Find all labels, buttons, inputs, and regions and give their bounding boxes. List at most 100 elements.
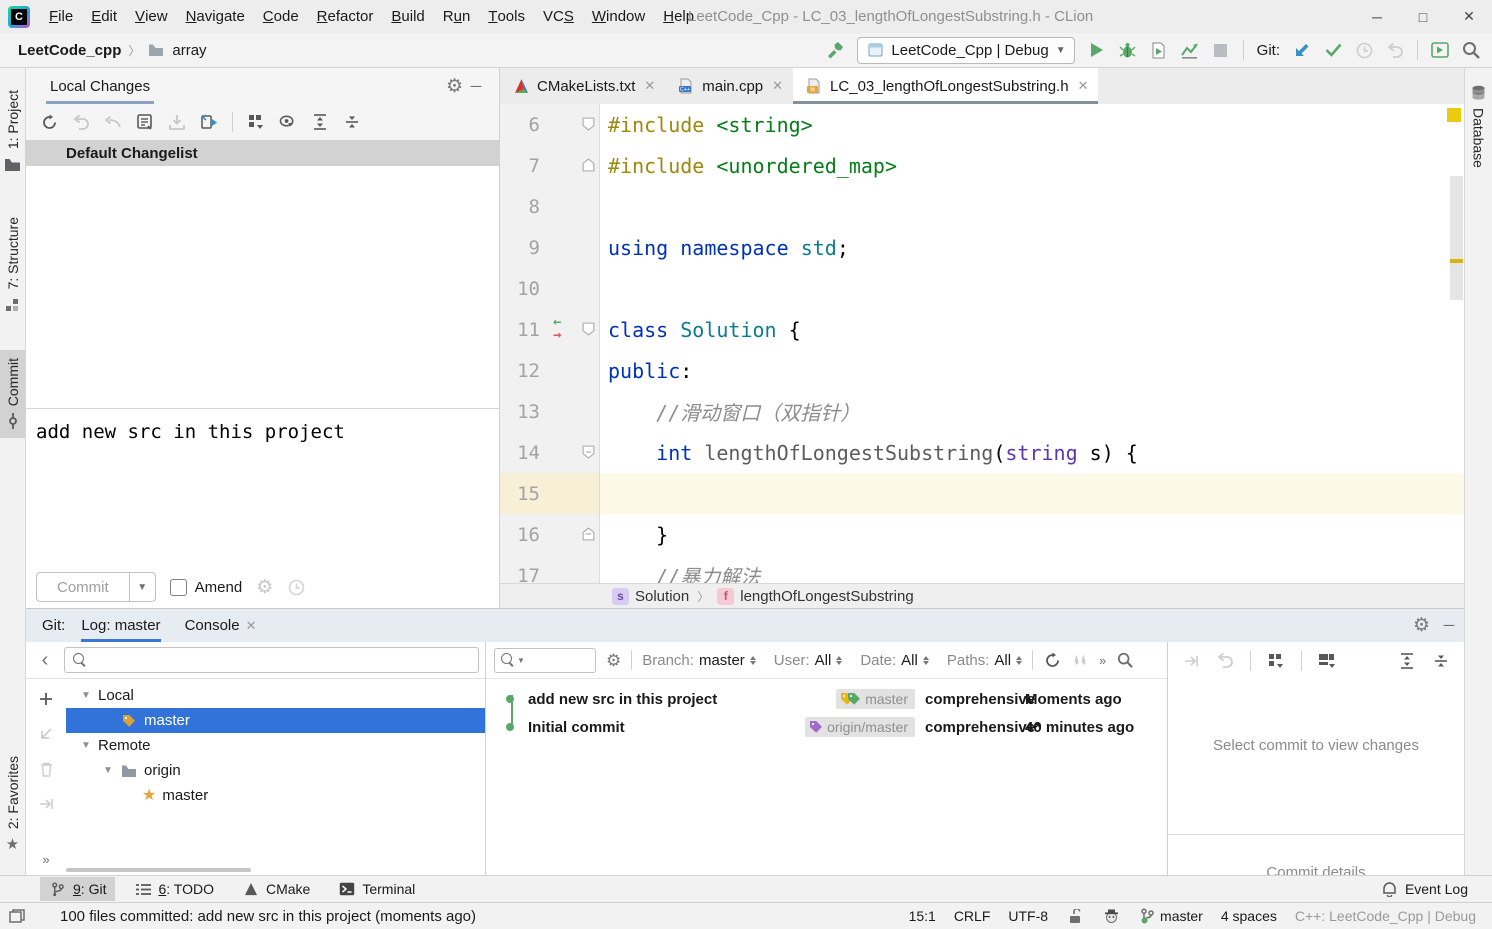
editor-gutter[interactable]: 15 — [500, 473, 600, 514]
stripe-item-database[interactable]: Database — [1465, 76, 1492, 176]
menu-view[interactable]: View — [126, 0, 177, 33]
editor-gutter[interactable]: 10 — [500, 268, 600, 309]
toolwindow-button-terminal[interactable]: Terminal — [329, 877, 424, 901]
close-icon[interactable]: ✕ — [644, 78, 655, 94]
editor-tab-cmakelists-txt[interactable]: CMakeLists.txt ✕ — [500, 68, 665, 104]
editor-gutter[interactable]: 6 — [500, 104, 600, 145]
commit-row[interactable]: Initial commit origin/master comprehensive… — [486, 713, 1167, 741]
menu-refactor[interactable]: Refactor — [308, 0, 383, 33]
commit-dropdown-icon[interactable]: ▼ — [128, 573, 155, 601]
commit-button[interactable]: Commit ▼ — [36, 572, 156, 602]
toolwindow-toggle-icon[interactable] — [8, 907, 26, 925]
navigate-arrows-icon[interactable]: ← → — [553, 315, 561, 342]
editor-gutter[interactable]: 8 — [500, 186, 600, 227]
stripe-item-7-structure[interactable]: 7: Structure — [0, 209, 25, 321]
code-line-15[interactable]: 15 — [500, 473, 1464, 514]
group-by-icon[interactable] — [247, 113, 265, 131]
fold-marker-icon[interactable] — [581, 158, 596, 172]
twisty-icon[interactable]: ▼ — [102, 765, 114, 776]
run-anything-button[interactable] — [1431, 41, 1449, 59]
status-message[interactable]: 100 files committed: add new src in this… — [60, 908, 476, 925]
code-line-14[interactable]: 14 int lengthOfLongestSubstring(string s… — [500, 432, 1464, 473]
editor-gutter[interactable]: 17 — [500, 555, 600, 583]
stripe-item-1-project[interactable]: 1: Project — [0, 82, 25, 181]
group-by-icon[interactable] — [1267, 652, 1285, 670]
line-ending[interactable]: CRLF — [954, 908, 991, 924]
breadcrumb-folder[interactable]: array — [172, 42, 206, 59]
stripe-item-2-favorites[interactable]: 2: Favorites ★ — [0, 748, 25, 861]
editor-gutter[interactable]: 7 — [500, 145, 600, 186]
go-to-hash-icon[interactable] — [1071, 651, 1089, 669]
filter-user[interactable]: User: All — [774, 652, 843, 669]
indent-setting[interactable]: 4 spaces — [1221, 908, 1277, 924]
view-options-icon[interactable] — [1318, 652, 1336, 670]
code-line-6[interactable]: 6 #include <string> — [500, 104, 1464, 145]
file-encoding[interactable]: UTF-8 — [1008, 908, 1048, 924]
run-configuration-select[interactable]: LeetCode_Cpp | Debug ▼ — [857, 36, 1075, 64]
menu-navigate[interactable]: Navigate — [177, 0, 254, 33]
code-line-12[interactable]: 12 public: — [500, 350, 1464, 391]
code-editor[interactable]: 6 #include <string> 7 #include <unordered_m… — [500, 104, 1464, 583]
cherry-pick-icon[interactable] — [1182, 652, 1200, 670]
commit-message-input[interactable]: add new src in this project — [26, 409, 499, 567]
editor-scrollbar[interactable] — [1450, 176, 1463, 300]
close-button[interactable]: ✕ — [1446, 0, 1492, 33]
menu-file[interactable]: File — [40, 0, 82, 33]
inspections-hector-icon[interactable] — [1102, 907, 1120, 925]
ref-badge[interactable]: master — [836, 689, 915, 709]
search-everywhere-icon[interactable] — [1462, 41, 1480, 59]
hide-panel-icon[interactable]: ─ — [1434, 617, 1464, 634]
rollback-icon[interactable] — [1386, 41, 1404, 59]
log-search-input[interactable]: ▼ — [494, 647, 596, 673]
stop-button[interactable] — [1212, 41, 1230, 59]
editor-gutter[interactable]: 16 — [500, 514, 600, 555]
editor-gutter[interactable]: 13 — [500, 391, 600, 432]
collapse-all-icon[interactable] — [343, 113, 361, 131]
filter-paths[interactable]: Paths: All — [947, 652, 1023, 669]
run-button[interactable] — [1088, 41, 1106, 59]
breadcrumb-solution[interactable]: s Solution — [612, 587, 689, 605]
search-icon[interactable] — [1116, 651, 1134, 669]
filter-date[interactable]: Date: All — [860, 652, 929, 669]
code-line-16[interactable]: 16 } — [500, 514, 1464, 555]
fold-marker-icon[interactable] — [581, 117, 596, 131]
branch-search-input[interactable] — [64, 647, 479, 673]
twisty-icon[interactable]: ▼ — [80, 740, 92, 751]
revert-arrow-icon[interactable] — [104, 113, 122, 131]
preview-diff-icon[interactable] — [279, 113, 297, 131]
close-icon[interactable]: ✕ — [1078, 78, 1089, 94]
branch-row-master[interactable]: master — [66, 708, 485, 733]
build-hammer-icon[interactable] — [826, 41, 844, 59]
commit-row[interactable]: add new src in this project master compreh… — [486, 685, 1167, 713]
gear-icon[interactable]: ⚙ — [446, 77, 463, 96]
profiler-button[interactable] — [1181, 41, 1199, 59]
lock-icon[interactable] — [1066, 907, 1084, 925]
menu-edit[interactable]: Edit — [82, 0, 126, 33]
delete-icon[interactable] — [37, 762, 55, 777]
editor-gutter[interactable]: 9 — [500, 227, 600, 268]
code-line-7[interactable]: 7 #include <unordered_map> — [500, 145, 1464, 186]
code-line-9[interactable]: 9 using namespace std; — [500, 227, 1464, 268]
editor-gutter[interactable]: 11 ← → — [500, 309, 600, 350]
debug-button[interactable] — [1119, 41, 1137, 59]
changes-list-area[interactable] — [26, 166, 499, 409]
ref-badge[interactable]: origin/master — [805, 717, 915, 737]
toolwindow-button-6-todo[interactable]: 6: TODO — [125, 877, 223, 901]
refresh-icon[interactable] — [40, 113, 58, 131]
menu-run[interactable]: Run — [434, 0, 480, 33]
caret-position[interactable]: 15:1 — [909, 908, 936, 924]
event-log-button[interactable]: Event Log — [1381, 880, 1468, 898]
menu-build[interactable]: Build — [382, 0, 433, 33]
rollback-icon[interactable] — [72, 113, 90, 131]
branch-row-local[interactable]: ▼ Local — [66, 683, 485, 708]
filter-branch[interactable]: Branch: master — [642, 652, 756, 669]
checkout-icon[interactable] — [37, 726, 55, 741]
menu-tools[interactable]: Tools — [479, 0, 534, 33]
editor-gutter[interactable]: 12 — [500, 350, 600, 391]
twisty-icon[interactable]: ▼ — [80, 690, 92, 701]
more-actions-icon[interactable]: » — [42, 852, 49, 875]
revert-commit-icon[interactable] — [1216, 652, 1234, 670]
menu-vcs[interactable]: VC S — [534, 0, 583, 33]
shelve-icon[interactable] — [168, 113, 186, 131]
git-branch-widget[interactable]: master — [1138, 907, 1203, 925]
